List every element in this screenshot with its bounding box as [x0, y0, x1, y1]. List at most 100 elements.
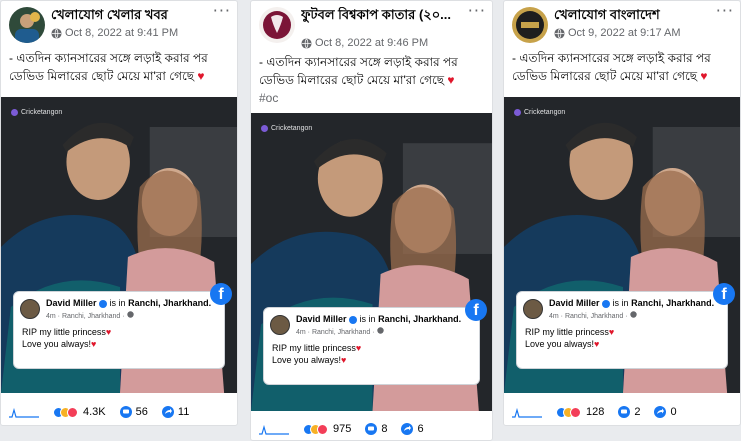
post-text: - এতদিন ক্যানসারের সঙ্গে লড়াই করার পর ড… [9, 51, 208, 83]
heart-icon: ♥ [447, 73, 455, 87]
post-header: খেলাযোগ বাংলাদেশ Oct 9, 2022 at 9:17 AM [512, 5, 710, 45]
globe-icon [376, 327, 384, 334]
globe-icon [126, 311, 134, 318]
insights-sparkline-icon[interactable] [9, 406, 39, 418]
facebook-logo-icon: f [210, 283, 232, 305]
embedded-author: David Miller is in Ranchi, Jharkhand. [296, 314, 471, 325]
heart-icon: ♥ [91, 339, 97, 349]
embedded-line-2: Love you always! [525, 339, 595, 349]
page-name[interactable]: ফুটবল বিশ্বকাপ কাতার (২০... [301, 7, 462, 37]
page-avatar[interactable] [9, 7, 45, 43]
heart-icon: ♥ [105, 327, 112, 337]
post-text: - এতদিন ক্যানসারের সঙ্গে লড়াই করার পর ড… [512, 51, 711, 83]
comment-icon [365, 423, 378, 435]
embedded-sub: 4m · Ranchi, Jharkhand · [549, 311, 719, 320]
share-count: 6 [417, 423, 424, 435]
embedded-is-in: is in [109, 298, 126, 308]
embedded-line-2: Love you always! [22, 339, 92, 349]
shares-stat[interactable]: 6 [401, 423, 424, 435]
love-reaction-icon [67, 406, 78, 418]
watermark-text: Cricketangon [21, 109, 63, 116]
embedded-author-name: David Miller [296, 314, 347, 324]
embedded-sub-text: 4m · Ranchi, Jharkhand · [46, 313, 127, 320]
page-avatar[interactable] [512, 7, 548, 43]
post-photo[interactable]: Cricketangon f David Miller is in Ranchi… [251, 113, 492, 411]
embedded-is-in: is in [612, 298, 629, 308]
heart-icon: ♥ [700, 69, 708, 83]
reaction-count: 4.3K [83, 406, 106, 418]
post-timestamp[interactable]: Oct 8, 2022 at 9:46 PM [315, 37, 428, 49]
embedded-author: David Miller is in Ranchi, Jharkhand. [549, 298, 719, 309]
post-timestamp[interactable]: Oct 8, 2022 at 9:41 PM [65, 27, 178, 39]
globe-icon [301, 37, 312, 49]
embedded-line-1: RIP my little princess [22, 327, 106, 337]
insights-sparkline-icon[interactable] [512, 406, 542, 418]
page-name[interactable]: খেলাযোগ বাংলাদেশ [554, 7, 710, 22]
facebook-logo-icon: f [465, 299, 487, 321]
post-photo[interactable]: Cricketangon f David Miller is in Ranchi… [1, 97, 237, 393]
embedded-line-1: RIP my little princess [272, 343, 356, 353]
post-photo[interactable]: Cricketangon f David Miller is in Ranchi… [504, 97, 740, 393]
comment-icon [119, 406, 132, 418]
share-icon [161, 406, 174, 418]
more-options-icon[interactable]: ··· [716, 3, 734, 19]
post-meta: Oct 9, 2022 at 9:17 AM [554, 27, 681, 39]
comments-stat[interactable]: 56 [119, 406, 148, 418]
comment-count: 2 [634, 406, 641, 418]
watermark-logo-icon [11, 109, 18, 116]
share-icon [654, 406, 667, 418]
shares-stat[interactable]: 0 [654, 406, 677, 418]
reactions-summary[interactable]: 128 [556, 406, 604, 418]
reactions-summary[interactable]: 975 [303, 423, 351, 435]
comments-stat[interactable]: 2 [618, 406, 640, 418]
post-text: - এতদিন ক্যানসারের সঙ্গে লড়াই করার পর ড… [259, 55, 458, 87]
shares-stat[interactable]: 11 [161, 406, 190, 418]
avatar-image [259, 7, 295, 43]
post-body: - এতদিন ক্যানসারের সঙ্গে লড়াই করার পর ড… [259, 53, 486, 107]
embedded-sub: 4m · Ranchi, Jharkhand · [46, 311, 216, 320]
embedded-avatar [270, 315, 290, 335]
watermark-logo-icon [261, 125, 268, 132]
embedded-fb-post: f David Miller is in Ranchi, Jharkhand. … [516, 283, 735, 369]
watermark-text: Cricketangon [524, 109, 566, 116]
embedded-sub-text: 4m · Ranchi, Jharkhand · [549, 313, 630, 320]
embedded-author: David Miller is in Ranchi, Jharkhand. [46, 298, 216, 309]
heart-icon: ♥ [355, 343, 362, 353]
embedded-message: RIP my little princess♥ Love you always!… [272, 342, 471, 366]
reaction-count: 128 [586, 406, 605, 418]
embedded-message: RIP my little princess ♥ Love you always!… [525, 326, 719, 350]
share-count: 11 [177, 406, 190, 418]
embedded-fb-post: f David Miller is in Ranchi, Jharkhand. … [13, 283, 232, 369]
embedded-place: Ranchi, Jharkhand. [128, 298, 212, 308]
embedded-message: RIP my little princess♥ Love you always!… [22, 326, 216, 350]
reactions-summary[interactable]: 4.3K [53, 406, 106, 418]
reaction-count: 975 [333, 423, 352, 435]
post-footer: 4.3K 56 11 [1, 401, 237, 423]
embedded-avatar [20, 299, 40, 319]
insights-sparkline-icon[interactable] [259, 423, 289, 435]
post-body: - এতদিন ক্যানসারের সঙ্গে লড়াই করার পর ড… [512, 49, 734, 85]
embedded-avatar [523, 299, 543, 319]
embedded-place: Ranchi, Jharkhand. [631, 298, 715, 308]
embedded-sub: 4m · Ranchi, Jharkhand · [296, 327, 471, 336]
more-options-icon[interactable]: ··· [213, 3, 231, 19]
more-options-icon[interactable]: ··· [468, 3, 486, 19]
post-timestamp[interactable]: Oct 9, 2022 at 9:17 AM [568, 27, 681, 39]
watermark-text: Cricketangon [271, 125, 313, 132]
heart-icon: ♥ [594, 339, 600, 349]
embedded-line-1: RIP my little princess [525, 327, 609, 337]
page-avatar[interactable] [259, 7, 295, 43]
comments-stat[interactable]: 8 [365, 423, 387, 435]
watermark-logo-icon [514, 109, 521, 116]
comment-icon [618, 406, 631, 418]
verified-badge-icon [602, 299, 611, 308]
post-hashtag[interactable]: #oc [259, 89, 486, 107]
globe-icon [629, 311, 637, 318]
post-header: ফুটবল বিশ্বকাপ কাতার (২০... Oct 8, 2022 … [259, 5, 462, 49]
page-name[interactable]: খেলাযোগ খেলার খবর [51, 7, 207, 22]
globe-icon [51, 27, 62, 39]
share-count: 0 [670, 406, 677, 418]
love-reaction-icon [570, 406, 581, 418]
photo-watermark: Cricketangon [11, 109, 62, 116]
verified-badge-icon [99, 299, 108, 308]
